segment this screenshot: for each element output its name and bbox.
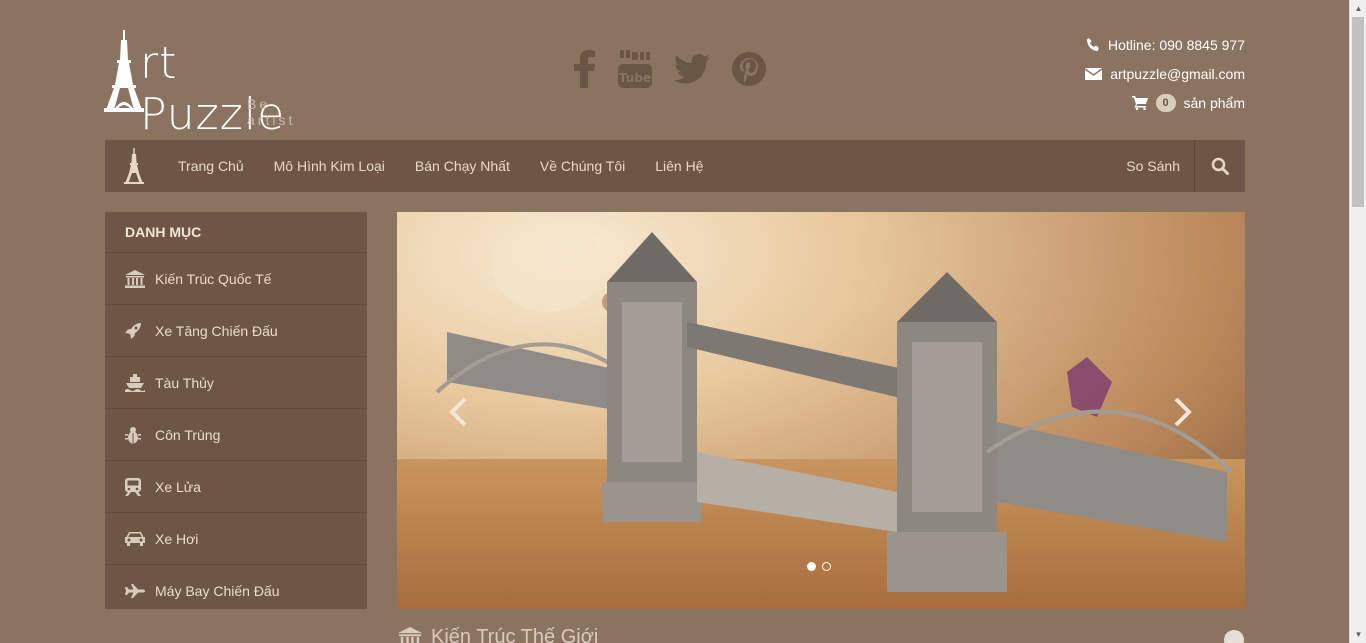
category-item-fighter-jets[interactable]: Máy Bay Chiến Đấu	[105, 564, 367, 616]
category-item-tanks[interactable]: Xe Tăng Chiến Đấu	[105, 304, 367, 356]
bug-icon	[125, 426, 155, 444]
scroll-up-arrow-icon[interactable]: ▲	[1350, 0, 1366, 17]
nav-best-sellers[interactable]: Bán Chạy Nhất	[400, 140, 525, 192]
home-tower-icon[interactable]	[105, 148, 163, 184]
pinterest-icon[interactable]	[732, 50, 766, 88]
category-item-trains[interactable]: Xe Lửa	[105, 460, 367, 512]
category-item-insects[interactable]: Côn Trùng	[105, 408, 367, 460]
category-item-ships[interactable]: Tàu Thủy	[105, 356, 367, 408]
scroll-down-arrow-icon[interactable]: ▼	[1350, 626, 1366, 643]
page: rt Puzzle Be artist Tube Hotline: 090 88…	[0, 0, 1349, 643]
category-label: Xe Tăng Chiến Đấu	[155, 322, 278, 339]
slider-next-arrow[interactable]	[1172, 397, 1194, 432]
hero-slider[interactable]	[397, 212, 1245, 609]
nav-contact[interactable]: Liên Hệ	[640, 140, 718, 192]
search-icon[interactable]	[1195, 140, 1245, 192]
cart-label: sản phẩm	[1183, 94, 1245, 111]
nav-compare[interactable]: So Sánh	[1112, 140, 1195, 192]
scroll-thumb[interactable]	[1352, 17, 1364, 207]
nav-metal-models[interactable]: Mô Hình Kim Loại	[259, 140, 400, 192]
category-label: Xe Lửa	[155, 478, 201, 495]
site-logo[interactable]: rt Puzzle Be artist	[104, 30, 324, 140]
cart-count-badge: 0	[1155, 93, 1176, 112]
section-next-icon[interactable]	[1224, 630, 1244, 643]
category-label: Máy Bay Chiến Đấu	[155, 582, 280, 599]
nav-home[interactable]: Trang Chủ	[163, 140, 259, 192]
eiffel-tower-icon	[104, 30, 144, 112]
phone-icon	[1087, 37, 1099, 51]
bank-icon	[397, 626, 423, 643]
section-heading: Kiến Trúc Thế Giới	[397, 626, 598, 643]
train-icon	[125, 477, 155, 496]
hotline-row[interactable]: Hotline: 090 8845 977	[1085, 30, 1245, 59]
rocket-icon	[125, 322, 155, 339]
category-item-architecture[interactable]: Kiến Trúc Quốc Tế	[105, 252, 367, 304]
category-item-cars[interactable]: Xe Hơi	[105, 512, 367, 564]
category-label: Kiến Trúc Quốc Tế	[155, 270, 272, 287]
slider-dot-2[interactable]	[822, 562, 831, 571]
cart-icon	[1131, 95, 1148, 110]
header-contact: Hotline: 090 8845 977 artpuzzle@gmail.co…	[1085, 30, 1245, 117]
section-title-text: Kiến Trúc Thế Giới	[431, 626, 599, 643]
youtube-icon[interactable]: Tube	[618, 50, 652, 88]
hotline-text: Hotline: 090 8845 977	[1108, 36, 1245, 53]
category-sidebar: DANH MỤC Kiến Trúc Quốc Tế Xe Tăng Chiến…	[105, 212, 367, 609]
nav-about-us[interactable]: Về Chúng Tôi	[525, 140, 640, 192]
logo-tagline: Be artist	[247, 96, 296, 128]
page-scrollbar[interactable]: ▲ ▼	[1349, 0, 1366, 643]
envelope-icon	[1085, 67, 1103, 80]
email-row[interactable]: artpuzzle@gmail.com	[1085, 59, 1245, 88]
svg-text:Tube: Tube	[619, 71, 651, 85]
social-links: Tube	[574, 50, 766, 88]
plane-icon	[125, 583, 155, 598]
category-label: Tàu Thủy	[155, 374, 214, 391]
slider-prev-arrow[interactable]	[447, 397, 469, 432]
sidebar-title: DANH MỤC	[125, 224, 202, 240]
tower-bridge-model-image	[435, 222, 1234, 592]
category-label: Côn Trùng	[155, 426, 221, 443]
facebook-icon[interactable]	[574, 50, 596, 88]
ship-icon	[125, 373, 155, 392]
car-icon	[125, 531, 155, 547]
slider-pagination	[807, 562, 831, 571]
category-label: Xe Hơi	[155, 530, 199, 547]
twitter-icon[interactable]	[674, 50, 710, 88]
slider-dot-1[interactable]	[807, 562, 816, 571]
cart-row[interactable]: 0 sản phẩm	[1085, 88, 1245, 117]
main-nav: Trang Chủ Mô Hình Kim Loại Bán Chạy Nhất…	[105, 140, 1245, 192]
bank-icon	[125, 269, 155, 288]
email-text: artpuzzle@gmail.com	[1110, 65, 1245, 82]
